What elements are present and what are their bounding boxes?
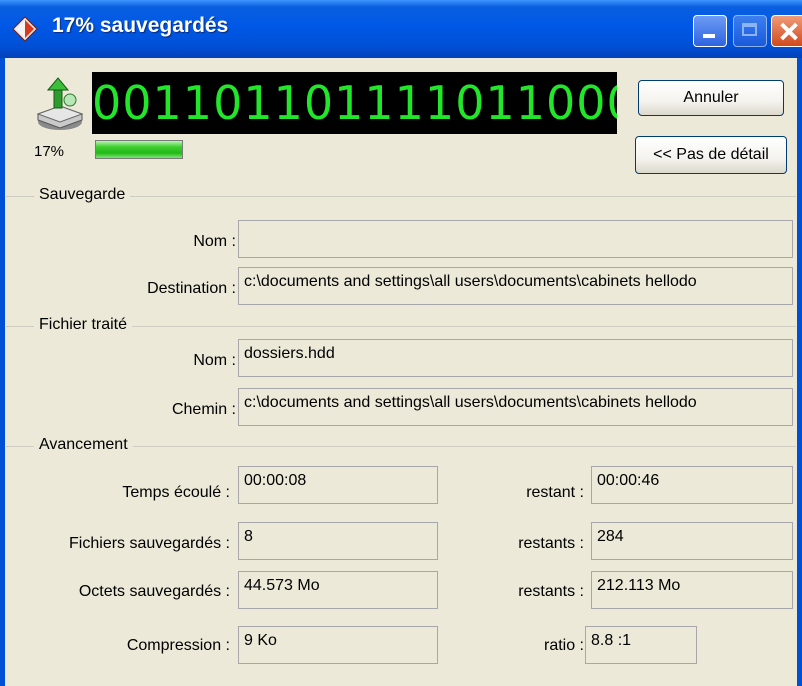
group-title-avancement: Avancement <box>34 436 133 454</box>
remaining-time-field: 00:00:46 <box>591 466 793 504</box>
compression-label: Compression : <box>126 637 230 654</box>
title-bar[interactable]: 17% sauvegardés <box>0 0 802 58</box>
destination-field: c:\documents and settings\all users\docu… <box>238 267 793 305</box>
progress-bar-fill <box>96 141 182 158</box>
close-button[interactable] <box>771 15 802 47</box>
cancel-button[interactable]: Annuler <box>638 80 784 116</box>
fichier-nom-field: dossiers.hdd <box>238 339 793 377</box>
maximize-button <box>733 15 767 47</box>
files-remaining-field: 284 <box>591 522 793 560</box>
destination-label: Destination : <box>147 280 236 297</box>
sauvegarde-nom-label: Nom : <box>193 233 236 250</box>
less-detail-button[interactable]: << Pas de détail <box>635 136 787 174</box>
binary-activity-display: 0011011011110110001 <box>92 72 617 134</box>
files-saved-field: 8 <box>238 522 438 560</box>
bytes-remaining-field: 212.113 Mo <box>591 571 793 609</box>
files-remaining-label: restants : <box>518 535 584 552</box>
window-title: 17% sauvegardés <box>52 14 229 37</box>
group-title-sauvegarde: Sauvegarde <box>34 186 131 204</box>
compression-field: 9 Ko <box>238 626 438 664</box>
backup-progress-window: 17% sauvegardés 0011011011110110001 17% … <box>0 0 802 686</box>
backup-drive-icon <box>36 77 84 130</box>
files-saved-label: Fichiers sauvegardés : <box>69 535 230 552</box>
elapsed-time-field: 00:00:08 <box>238 466 438 504</box>
bytes-saved-field: 44.573 Mo <box>238 571 438 609</box>
window-border-left <box>0 58 5 686</box>
app-diamond-icon <box>12 16 38 42</box>
progress-percent-label: 17% <box>34 143 65 160</box>
window-border-right <box>797 58 802 686</box>
chemin-field: c:\documents and settings\all users\docu… <box>238 388 793 426</box>
minimize-button[interactable] <box>693 15 727 47</box>
fichier-nom-label: Nom : <box>193 352 236 369</box>
remaining-time-label: restant : <box>526 484 584 501</box>
sauvegarde-nom-field <box>238 220 793 258</box>
bytes-saved-label: Octets sauvegardés : <box>78 583 230 600</box>
chemin-label: Chemin : <box>171 401 236 418</box>
ratio-label: ratio : <box>543 637 584 654</box>
ratio-field: 8.8 :1 <box>585 626 697 664</box>
elapsed-time-label: Temps écoulé : <box>122 484 230 501</box>
progress-bar <box>95 140 183 159</box>
bytes-remaining-label: restants : <box>518 583 584 600</box>
group-title-fichier: Fichier traité <box>34 316 133 334</box>
